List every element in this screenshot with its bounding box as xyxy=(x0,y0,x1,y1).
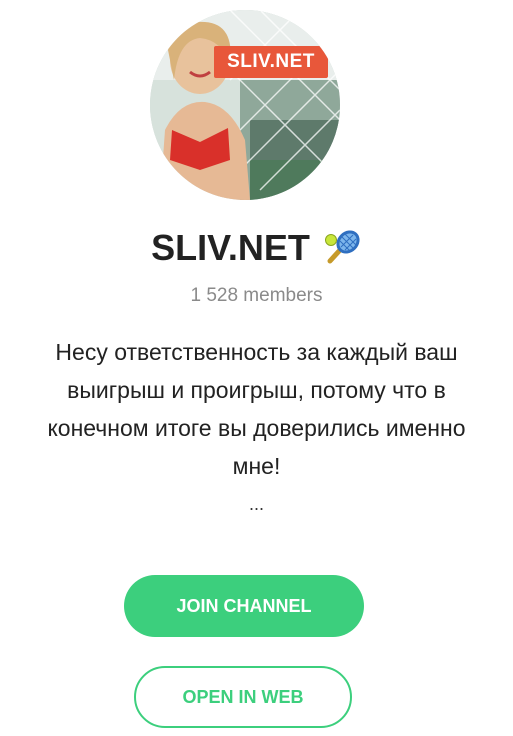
description-line: мне! xyxy=(232,453,281,479)
channel-avatar: SLIV.NET xyxy=(150,10,340,200)
avatar-logo-badge: SLIV.NET xyxy=(214,46,328,78)
description-ellipsis: ... xyxy=(248,494,264,514)
member-count: 1 528 members xyxy=(190,285,323,306)
channel-description: Несу ответственность за каждый ваш выигр… xyxy=(0,333,513,485)
join-channel-button[interactable]: JOIN CHANNEL xyxy=(124,575,364,637)
description-line: Несу ответственность за каждый ваш xyxy=(55,339,458,365)
open-in-web-button[interactable]: OPEN IN WEB xyxy=(134,666,352,728)
channel-title-row: SLIV.NET xyxy=(0,226,513,270)
channel-title: SLIV.NET xyxy=(151,227,310,268)
tennis-racket-icon xyxy=(322,228,362,268)
description-line: выигрыш и проигрыш, потому что в xyxy=(67,377,446,403)
avatar-photo xyxy=(150,10,340,200)
description-line: конечном итоге вы доверились именно xyxy=(47,415,466,441)
